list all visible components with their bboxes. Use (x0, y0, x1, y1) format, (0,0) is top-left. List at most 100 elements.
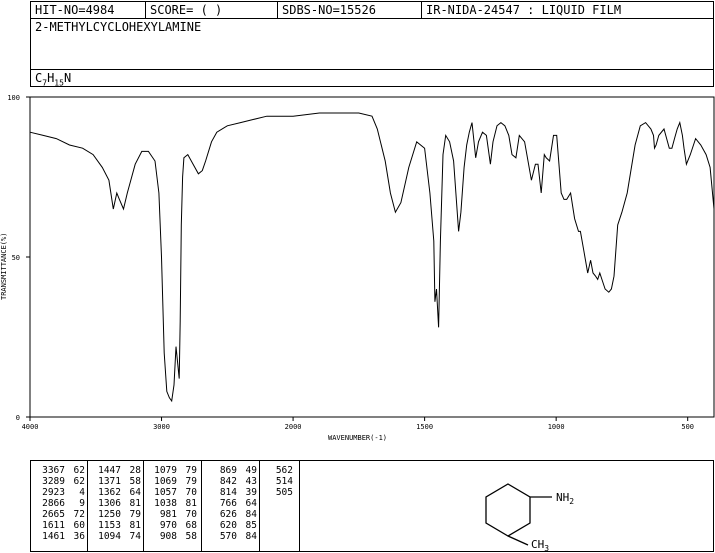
peak-row: 981 70 (149, 509, 197, 520)
cyclohexane-ring (485, 483, 531, 537)
peak-transmittance: 62 (73, 465, 85, 476)
peak-wavenumber: 562 (275, 465, 293, 476)
peak-row: 2866 9 (37, 498, 85, 509)
nh2-label: NH2 (556, 491, 574, 506)
peak-wavenumber: 766 (219, 498, 237, 509)
peak-transmittance: 70 (185, 509, 197, 520)
peak-row: 3367 62 (37, 465, 85, 476)
peak-row: 970 68 (149, 520, 197, 531)
peak-transmittance: 81 (129, 520, 141, 531)
peak-row: 1611 60 (37, 520, 85, 531)
peak-wavenumber: 626 (219, 509, 237, 520)
peak-transmittance: 62 (73, 476, 85, 487)
peak-transmittance: 84 (245, 531, 257, 542)
peak-row: 908 58 (149, 531, 197, 542)
peak-table-box: 3367 62 3289 62 2923 4 2866 9 2665 72 1611 60 1461 36… (30, 460, 313, 552)
peak-wavenumber: 1153 (98, 520, 121, 531)
peak-transmittance: 74 (129, 531, 141, 542)
peak-wavenumber: 869 (219, 465, 237, 476)
bond-ch3 (507, 535, 529, 546)
peak-row: 3289 62 (37, 476, 85, 487)
peak-column: 869 49 842 43 814 39 766 64 626 84 620 85 570 84 (209, 465, 257, 542)
peak-transmittance: 36 (73, 531, 85, 542)
peak-wavenumber: 2866 (42, 498, 65, 509)
x-tick-label-3000: 3000 (153, 423, 170, 431)
peak-column-divider (143, 461, 144, 551)
peak-row: 1362 64 (93, 487, 141, 498)
peak-transmittance: 64 (245, 498, 257, 509)
peak-row: 869 49 (209, 465, 257, 476)
peak-row: 814 39 (209, 487, 257, 498)
x-tick-label-1500: 1500 (416, 423, 433, 431)
peak-transmittance: 58 (185, 531, 197, 542)
peak-transmittance: 39 (245, 487, 257, 498)
peak-wavenumber: 3367 (42, 465, 65, 476)
spectrum-line (29, 112, 715, 403)
peak-transmittance: 79 (185, 476, 197, 487)
peak-wavenumber: 1306 (98, 498, 121, 509)
peak-row: 842 43 (209, 476, 257, 487)
peak-transmittance: 85 (245, 520, 257, 531)
peak-row: 626 84 (209, 509, 257, 520)
peak-wavenumber: 1362 (98, 487, 121, 498)
peak-wavenumber: 2923 (42, 487, 65, 498)
peak-transmittance: 9 (79, 498, 85, 509)
y-axis-label: TRANSMITTANCE(%) (0, 233, 8, 300)
peak-wavenumber: 981 (159, 509, 177, 520)
peak-transmittance: 68 (185, 520, 197, 531)
peak-wavenumber: 842 (219, 476, 237, 487)
peak-transmittance: 81 (129, 498, 141, 509)
peak-row: 1038 81 (149, 498, 197, 509)
peak-transmittance: 28 (129, 465, 141, 476)
y-tick-label-100: 100 (7, 94, 20, 102)
peak-row: 620 85 (209, 520, 257, 531)
peak-transmittance: 60 (73, 520, 85, 531)
peak-column-divider (259, 461, 260, 551)
peak-row: 570 84 (209, 531, 257, 542)
x-tick-label-4000: 4000 (22, 423, 39, 431)
peak-row: 2923 4 (37, 487, 85, 498)
peak-wavenumber: 1094 (98, 531, 121, 542)
plot-frame (29, 96, 715, 418)
peak-transmittance: 4 (79, 487, 85, 498)
peak-wavenumber: 970 (159, 520, 177, 531)
y-tick-label-0: 0 (16, 414, 20, 422)
structure-diagram: NH2 CH3 (485, 483, 574, 551)
peak-row: 1069 79 (149, 476, 197, 487)
peak-wavenumber: 1079 (154, 465, 177, 476)
structure-box: NH2 CH3 (299, 460, 714, 552)
peak-wavenumber: 3289 (42, 476, 65, 487)
peak-transmittance: 64 (129, 487, 141, 498)
x-tick-label-2000: 2000 (285, 423, 302, 431)
peak-column: 3367 62 3289 62 2923 4 2866 9 2665 72 1611 60 1461 36 (37, 465, 85, 542)
peak-row: 1079 79 (149, 465, 197, 476)
peak-transmittance: 79 (185, 465, 197, 476)
peak-wavenumber: 1461 (42, 531, 65, 542)
peak-wavenumber: 2665 (42, 509, 65, 520)
peak-wavenumber: 1447 (98, 465, 121, 476)
peak-wavenumber: 514 (275, 476, 293, 487)
peak-row: 1250 79 (93, 509, 141, 520)
peak-transmittance: 70 (185, 487, 197, 498)
peak-wavenumber: 1038 (154, 498, 177, 509)
ir-spectrum-chart: 4000 3000 2000 1500 1000 500100500 TRANSMITTA… (0, 94, 715, 442)
peak-wavenumber: 505 (275, 487, 293, 498)
peak-column-divider (87, 461, 88, 551)
peak-row: 1371 58 (93, 476, 141, 487)
peak-transmittance: 84 (245, 509, 257, 520)
peak-row: 1153 81 (93, 520, 141, 531)
x-tick-label-500: 500 (681, 423, 694, 431)
peak-wavenumber: 1057 (154, 487, 177, 498)
peak-column-divider (201, 461, 202, 551)
peak-transmittance: 72 (73, 509, 85, 520)
peak-wavenumber: 570 (219, 531, 237, 542)
peak-row: 1094 74 (93, 531, 141, 542)
peak-transmittance: 79 (129, 509, 141, 520)
peak-wavenumber: 1611 (42, 520, 65, 531)
peak-transmittance: 49 (245, 465, 257, 476)
peak-row: 2665 72 (37, 509, 85, 520)
peak-column: 1447 28 1371 58 1362 64 1306 81 1250 79 1153 81 1094… (93, 465, 141, 542)
peak-row: 1306 81 (93, 498, 141, 509)
peak-wavenumber: 620 (219, 520, 237, 531)
peak-wavenumber: 908 (159, 531, 177, 542)
